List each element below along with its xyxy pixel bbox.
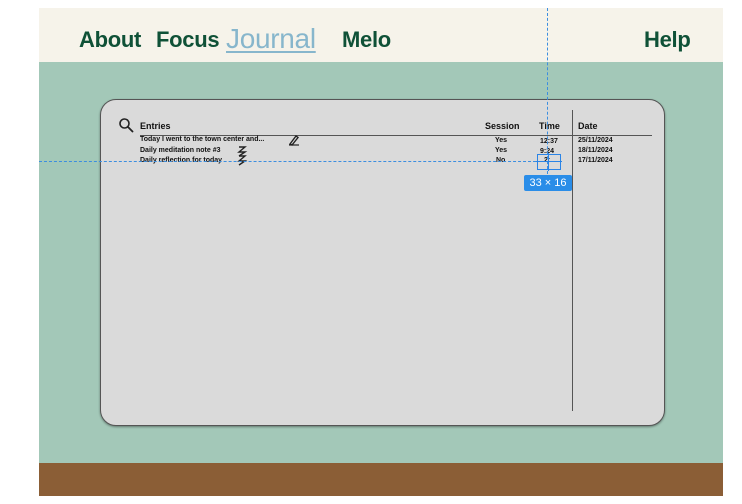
top-nav: About Focus Journal Melo Help [39, 8, 723, 62]
edit-icon[interactable] [235, 154, 249, 166]
app-frame: About Focus Journal Melo Help Entries Se… [39, 8, 723, 496]
edit-icon[interactable] [287, 134, 301, 146]
vertical-guide-line [547, 8, 548, 174]
entry-session: Yes [495, 137, 508, 144]
entry-title[interactable]: Today I went to the town center and... [140, 136, 264, 143]
nav-about[interactable]: About [79, 27, 141, 53]
entries-header: Entries [140, 121, 171, 131]
size-badge: 33 × 16 [524, 175, 572, 191]
entry-date: 17/11/2024 [578, 157, 613, 164]
session-header: Session [485, 121, 520, 131]
horizontal-guide-line [39, 161, 546, 162]
entry-title[interactable]: Daily meditation note #3 [140, 147, 221, 154]
entry-date: 18/11/2024 [578, 147, 613, 154]
entry-session: Yes [495, 147, 508, 154]
nav-melo[interactable]: Melo [342, 27, 391, 53]
entry-date: 25/11/2024 [578, 137, 613, 144]
search-icon[interactable] [118, 117, 134, 133]
nav-help[interactable]: Help [644, 27, 691, 53]
nav-journal[interactable]: Journal [226, 23, 316, 55]
entry-time: 12:37 [540, 138, 558, 145]
time-header: Time [539, 121, 560, 131]
selection-box[interactable] [536, 153, 562, 171]
date-header: Date [578, 121, 598, 131]
date-column-divider [572, 110, 573, 411]
footer-band [39, 463, 723, 496]
nav-focus[interactable]: Focus [156, 27, 220, 53]
journal-card: Entries Session Time Date Today I went t… [100, 99, 665, 426]
